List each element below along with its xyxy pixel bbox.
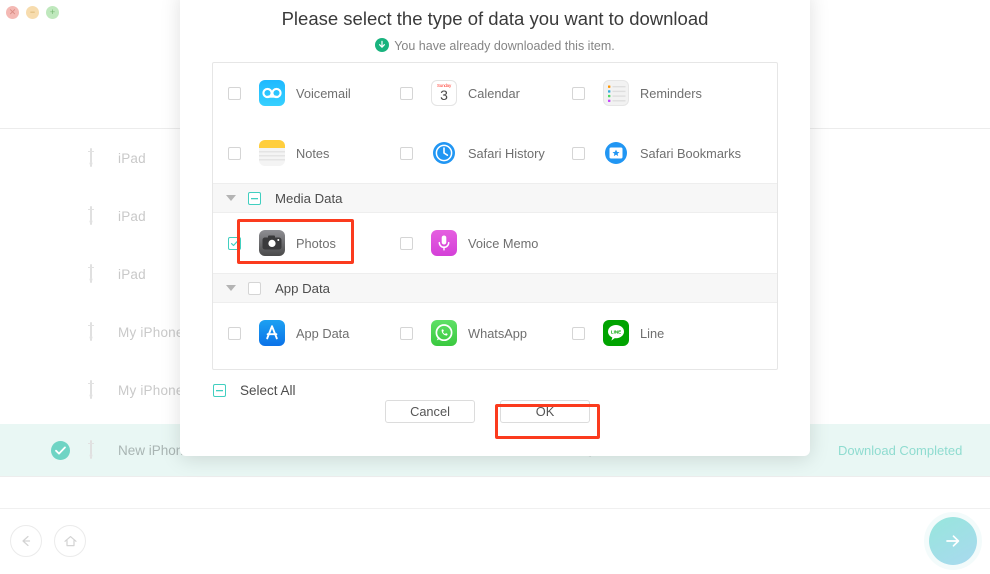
home-icon (63, 535, 77, 546)
dialog-subtitle: You have already downloaded this item. (180, 38, 810, 53)
app-store-icon (259, 320, 285, 346)
app-data-section-checkbox[interactable] (248, 281, 261, 295)
voice-memo-checkbox[interactable] (400, 236, 413, 250)
back-button[interactable] (10, 525, 42, 557)
voicemail-icon (259, 80, 285, 106)
item-app-data[interactable]: App Data (228, 303, 349, 363)
whatsapp-checkbox[interactable] (400, 326, 413, 340)
device-name: iPad (118, 208, 146, 224)
select-all-checkbox[interactable] (213, 384, 226, 397)
line-icon: LINE (603, 320, 629, 346)
next-button[interactable] (929, 517, 977, 565)
reminders-icon (603, 80, 629, 106)
item-voice-memo[interactable]: Voice Memo (400, 213, 538, 273)
item-calendar[interactable]: Sunday 3 Calendar (400, 63, 520, 123)
data-row: App Data WhatsApp LINE Line (213, 303, 777, 363)
home-button[interactable] (54, 525, 86, 557)
safari-history-icon (431, 140, 457, 166)
chevron-down-icon[interactable] (226, 285, 236, 291)
select-all-control[interactable]: Select All (213, 383, 296, 398)
item-safari-history[interactable]: Safari History (400, 123, 545, 183)
footer-divider (0, 508, 990, 509)
window-controls: ✕ − + (6, 6, 59, 19)
device-name: My iPhone (118, 382, 184, 398)
chevron-down-icon[interactable] (226, 195, 236, 201)
iphone-icon (88, 380, 94, 399)
list-bottom-divider (0, 476, 990, 477)
item-whatsapp[interactable]: WhatsApp (400, 303, 527, 363)
media-data-checkbox[interactable] (248, 191, 261, 205)
item-line[interactable]: LINE Line (572, 303, 664, 363)
section-media-data[interactable]: Media Data (213, 183, 777, 213)
whatsapp-icon (431, 320, 457, 346)
app-data-checkbox[interactable] (228, 326, 241, 340)
download-circle-icon (375, 38, 390, 52)
calendar-checkbox[interactable] (400, 86, 413, 100)
arrow-right-icon (946, 535, 960, 547)
section-label: Media Data (275, 190, 343, 206)
ipad-icon (88, 206, 94, 225)
item-label: WhatsApp (468, 325, 528, 341)
app-window: ✕ − + iPad iPad iPad My iPhone My iPhone… (0, 0, 990, 574)
close-button[interactable]: ✕ (6, 6, 19, 19)
ok-button[interactable]: OK (500, 400, 590, 423)
select-all-label: Select All (240, 383, 296, 398)
notes-icon (259, 140, 285, 166)
download-status: Download Completed (838, 442, 963, 458)
data-row: Photos Voice Memo (213, 213, 777, 273)
item-label: Voice Memo (468, 235, 539, 251)
item-label: Line (640, 325, 665, 341)
maximize-button[interactable]: + (46, 6, 59, 19)
download-type-dialog: Please select the type of data you want … (180, 0, 810, 456)
data-row: Voicemail Sunday 3 Calendar Reminders (213, 63, 777, 123)
ipad-icon (88, 148, 94, 167)
line-checkbox[interactable] (572, 326, 585, 340)
data-type-panel: Voicemail Sunday 3 Calendar Reminders No… (212, 62, 778, 370)
section-app-data[interactable]: App Data (213, 273, 777, 303)
dialog-subtitle-text: You have already downloaded this item. (394, 39, 615, 53)
device-name: iPad (118, 150, 146, 166)
dialog-title: Please select the type of data you want … (281, 8, 709, 29)
svg-text:LINE: LINE (611, 329, 621, 334)
section-label: App Data (275, 280, 330, 296)
cancel-button[interactable]: Cancel (385, 400, 475, 423)
item-label: Safari History (468, 145, 545, 161)
item-label: Reminders (640, 85, 702, 101)
device-name: iPad (118, 266, 146, 282)
item-label: Voicemail (296, 85, 351, 101)
arrow-left-icon (22, 535, 31, 547)
item-label: Photos (296, 235, 336, 251)
safari-bookmarks-checkbox[interactable] (572, 146, 585, 160)
status-check-icon (51, 440, 70, 460)
item-safari-bookmarks[interactable]: Safari Bookmarks (572, 123, 741, 183)
photos-checkbox[interactable] (228, 236, 241, 250)
item-notes[interactable]: Notes (228, 123, 329, 183)
item-reminders[interactable]: Reminders (572, 63, 702, 123)
notes-checkbox[interactable] (228, 146, 241, 160)
ipad-icon (88, 264, 94, 283)
device-name: My iPhone (118, 324, 184, 340)
photos-icon (259, 230, 285, 256)
safari-history-checkbox[interactable] (400, 146, 413, 160)
iphone-icon (88, 322, 94, 341)
safari-bookmarks-icon (603, 140, 629, 166)
calendar-icon: Sunday 3 (431, 80, 457, 106)
data-row: Notes Safari History Safari Bookmarks (213, 123, 777, 183)
item-label: Safari Bookmarks (640, 145, 741, 161)
reminders-checkbox[interactable] (572, 86, 585, 100)
iphone-icon (88, 440, 94, 459)
item-label: Notes (296, 145, 330, 161)
item-voicemail[interactable]: Voicemail (228, 63, 351, 123)
voicemail-checkbox[interactable] (228, 86, 241, 100)
voice-memo-icon (431, 230, 457, 256)
item-label: App Data (296, 325, 350, 341)
item-label: Calendar (468, 85, 520, 101)
item-photos[interactable]: Photos (228, 213, 336, 273)
minimize-button[interactable]: − (26, 6, 39, 19)
